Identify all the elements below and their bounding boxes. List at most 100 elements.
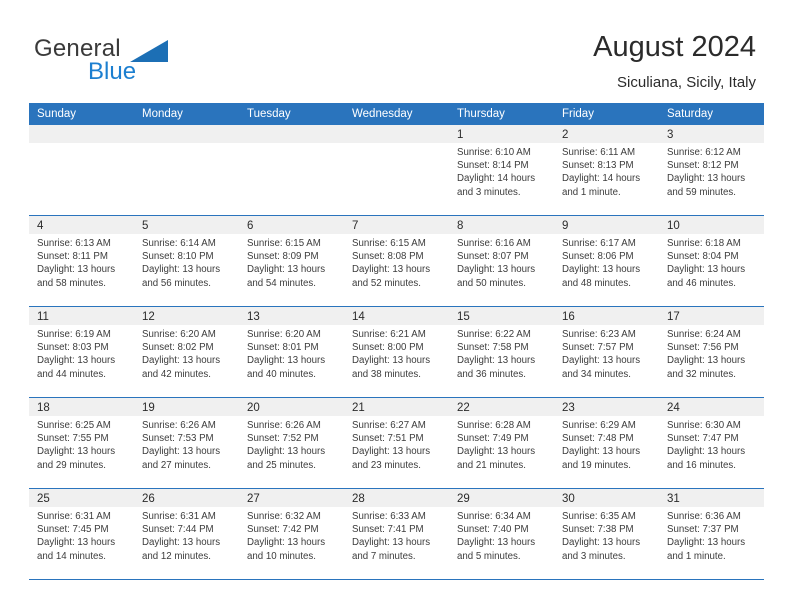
day-number: 11 (37, 311, 49, 323)
daylight-text-line1: Daylight: 13 hours (247, 537, 326, 549)
day-cell[interactable]: 13 Sunrise: 6:20 AM Sunset: 8:01 PM Dayl… (239, 307, 344, 397)
day-cell[interactable]: 11 Sunrise: 6:19 AM Sunset: 8:03 PM Dayl… (29, 307, 134, 397)
day-number-band: 13 (239, 307, 344, 325)
day-info: Sunrise: 6:20 AM Sunset: 8:02 PM Dayligh… (134, 325, 239, 381)
day-cell[interactable]: 2 Sunrise: 6:11 AM Sunset: 8:13 PM Dayli… (554, 125, 659, 215)
day-cell[interactable]: 24 Sunrise: 6:30 AM Sunset: 7:47 PM Dayl… (659, 398, 764, 488)
sunrise-text: Sunrise: 6:35 AM (562, 511, 636, 522)
sunset-text: Sunset: 8:14 PM (457, 160, 529, 172)
sunrise-text: Sunrise: 6:10 AM (457, 147, 531, 158)
day-cell[interactable]: 31 Sunrise: 6:36 AM Sunset: 7:37 PM Dayl… (659, 489, 764, 579)
day-cell[interactable]: 4 Sunrise: 6:13 AM Sunset: 8:11 PM Dayli… (29, 216, 134, 306)
day-info: Sunrise: 6:23 AM Sunset: 7:57 PM Dayligh… (554, 325, 659, 381)
day-cell[interactable]: 5 Sunrise: 6:14 AM Sunset: 8:10 PM Dayli… (134, 216, 239, 306)
day-cell[interactable]: 18 Sunrise: 6:25 AM Sunset: 7:55 PM Dayl… (29, 398, 134, 488)
day-number: 3 (667, 129, 674, 141)
day-number-band: 27 (239, 489, 344, 507)
daylight-text-line1: Daylight: 13 hours (247, 446, 326, 458)
day-number: 18 (37, 402, 50, 414)
sunset-text: Sunset: 7:51 PM (352, 433, 424, 445)
day-cell[interactable]: 15 Sunrise: 6:22 AM Sunset: 7:58 PM Dayl… (449, 307, 554, 397)
day-cell[interactable]: 8 Sunrise: 6:16 AM Sunset: 8:07 PM Dayli… (449, 216, 554, 306)
day-cell[interactable]: 20 Sunrise: 6:26 AM Sunset: 7:52 PM Dayl… (239, 398, 344, 488)
calendar-grid: Sunday Monday Tuesday Wednesday Thursday… (29, 103, 764, 580)
day-info: Sunrise: 6:33 AM Sunset: 7:41 PM Dayligh… (344, 507, 449, 563)
day-number-band: 14 (344, 307, 449, 325)
day-number: 8 (457, 220, 464, 232)
day-cell[interactable]: 26 Sunrise: 6:31 AM Sunset: 7:44 PM Dayl… (134, 489, 239, 579)
day-number-band (239, 125, 344, 143)
daylight-text-line1: Daylight: 13 hours (352, 537, 431, 549)
day-cell[interactable]: 23 Sunrise: 6:29 AM Sunset: 7:48 PM Dayl… (554, 398, 659, 488)
day-cell[interactable]: 6 Sunrise: 6:15 AM Sunset: 8:09 PM Dayli… (239, 216, 344, 306)
day-cell[interactable]: 22 Sunrise: 6:28 AM Sunset: 7:49 PM Dayl… (449, 398, 554, 488)
sunset-text: Sunset: 8:08 PM (352, 251, 424, 263)
day-cell[interactable]: 17 Sunrise: 6:24 AM Sunset: 7:56 PM Dayl… (659, 307, 764, 397)
daylight-text-line2: and 3 minutes. (457, 186, 521, 198)
day-cell[interactable]: 27 Sunrise: 6:32 AM Sunset: 7:42 PM Dayl… (239, 489, 344, 579)
day-cell[interactable]: 25 Sunrise: 6:31 AM Sunset: 7:45 PM Dayl… (29, 489, 134, 579)
daylight-text-line2: and 29 minutes. (37, 459, 106, 471)
day-number: 20 (247, 402, 260, 414)
sunset-text: Sunset: 7:56 PM (667, 342, 739, 354)
sunrise-text: Sunrise: 6:16 AM (457, 238, 531, 249)
day-cell[interactable]: 30 Sunrise: 6:35 AM Sunset: 7:38 PM Dayl… (554, 489, 659, 579)
daylight-text-line1: Daylight: 13 hours (142, 355, 221, 367)
sunset-text: Sunset: 7:37 PM (667, 524, 739, 536)
weekday-sunday: Sunday (37, 108, 77, 120)
day-number-band (29, 125, 134, 143)
day-cell[interactable]: 10 Sunrise: 6:18 AM Sunset: 8:04 PM Dayl… (659, 216, 764, 306)
weekday-wednesday: Wednesday (352, 108, 413, 120)
weekday-thursday: Thursday (457, 108, 505, 120)
day-cell[interactable]: 3 Sunrise: 6:12 AM Sunset: 8:12 PM Dayli… (659, 125, 764, 215)
daylight-text-line2: and 59 minutes. (667, 186, 736, 198)
day-number-band: 9 (554, 216, 659, 234)
day-number-band: 23 (554, 398, 659, 416)
week-row: 4 Sunrise: 6:13 AM Sunset: 8:11 PM Dayli… (29, 216, 764, 307)
sunrise-text: Sunrise: 6:24 AM (667, 329, 741, 340)
day-cell[interactable]: 9 Sunrise: 6:17 AM Sunset: 8:06 PM Dayli… (554, 216, 659, 306)
sunrise-text: Sunrise: 6:20 AM (142, 329, 216, 340)
day-number: 16 (562, 311, 575, 323)
day-cell[interactable]: 14 Sunrise: 6:21 AM Sunset: 8:00 PM Dayl… (344, 307, 449, 397)
day-number: 25 (37, 493, 50, 505)
day-cell[interactable]: 7 Sunrise: 6:15 AM Sunset: 8:08 PM Dayli… (344, 216, 449, 306)
page-title: August 2024 (593, 31, 756, 63)
daylight-text-line2: and 5 minutes. (457, 550, 521, 562)
sunrise-text: Sunrise: 6:34 AM (457, 511, 531, 522)
day-number-band: 10 (659, 216, 764, 234)
sunset-text: Sunset: 8:00 PM (352, 342, 424, 354)
day-info: Sunrise: 6:31 AM Sunset: 7:45 PM Dayligh… (29, 507, 134, 563)
week-row: 11 Sunrise: 6:19 AM Sunset: 8:03 PM Dayl… (29, 307, 764, 398)
sunrise-text: Sunrise: 6:31 AM (37, 511, 111, 522)
daylight-text-line2: and 12 minutes. (142, 550, 211, 562)
day-cell[interactable]: 16 Sunrise: 6:23 AM Sunset: 7:57 PM Dayl… (554, 307, 659, 397)
day-cell[interactable]: 12 Sunrise: 6:20 AM Sunset: 8:02 PM Dayl… (134, 307, 239, 397)
daylight-text-line1: Daylight: 13 hours (37, 537, 116, 549)
day-cell[interactable]: 19 Sunrise: 6:26 AM Sunset: 7:53 PM Dayl… (134, 398, 239, 488)
day-number: 15 (457, 311, 470, 323)
day-info: Sunrise: 6:32 AM Sunset: 7:42 PM Dayligh… (239, 507, 344, 563)
brand-logo[interactable]: General Blue (34, 36, 274, 90)
daylight-text-line1: Daylight: 13 hours (457, 355, 536, 367)
day-info: Sunrise: 6:17 AM Sunset: 8:06 PM Dayligh… (554, 234, 659, 290)
day-info: Sunrise: 6:36 AM Sunset: 7:37 PM Dayligh… (659, 507, 764, 563)
day-cell[interactable]: 1 Sunrise: 6:10 AM Sunset: 8:14 PM Dayli… (449, 125, 554, 215)
daylight-text-line1: Daylight: 14 hours (562, 173, 641, 185)
day-info: Sunrise: 6:21 AM Sunset: 8:00 PM Dayligh… (344, 325, 449, 381)
day-number-band: 5 (134, 216, 239, 234)
day-number: 5 (142, 220, 149, 232)
day-info: Sunrise: 6:11 AM Sunset: 8:13 PM Dayligh… (554, 143, 659, 199)
day-number: 23 (562, 402, 575, 414)
daylight-text-line2: and 27 minutes. (142, 459, 211, 471)
day-cell[interactable]: 21 Sunrise: 6:27 AM Sunset: 7:51 PM Dayl… (344, 398, 449, 488)
day-cell[interactable]: 28 Sunrise: 6:33 AM Sunset: 7:41 PM Dayl… (344, 489, 449, 579)
daylight-text-line1: Daylight: 13 hours (562, 264, 641, 276)
day-number-band: 3 (659, 125, 764, 143)
daylight-text-line2: and 48 minutes. (562, 277, 631, 289)
day-number: 24 (667, 402, 680, 414)
sunrise-text: Sunrise: 6:27 AM (352, 420, 426, 431)
day-cell[interactable]: 29 Sunrise: 6:34 AM Sunset: 7:40 PM Dayl… (449, 489, 554, 579)
sunset-text: Sunset: 7:47 PM (667, 433, 739, 445)
week-row: 25 Sunrise: 6:31 AM Sunset: 7:45 PM Dayl… (29, 489, 764, 580)
